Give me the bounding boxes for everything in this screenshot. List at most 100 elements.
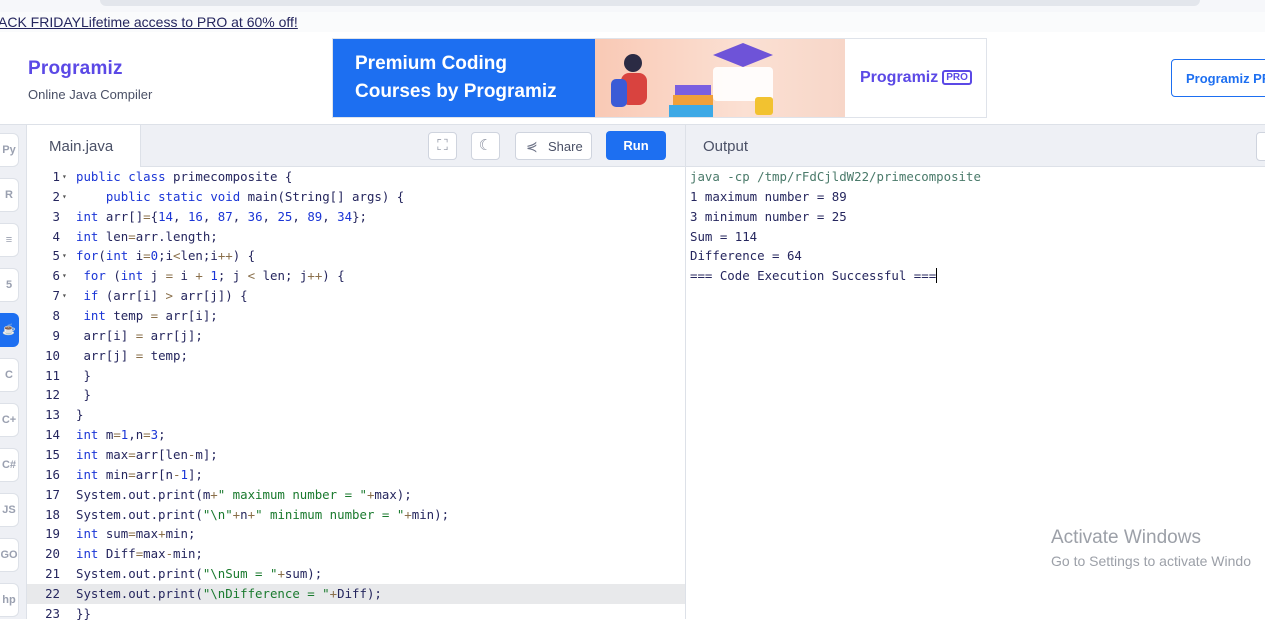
code-text: } bbox=[76, 407, 84, 423]
line-number: 16 bbox=[45, 466, 60, 482]
line-number: 2 bbox=[52, 188, 60, 204]
output-command-line: java -cp /tmp/rFdCjldW22/primecomposite bbox=[690, 169, 981, 184]
line-number: 15 bbox=[45, 447, 60, 463]
fold-chevron-icon[interactable]: ▾ bbox=[62, 286, 67, 306]
code-line[interactable]: 19 int sum=max+min; bbox=[27, 524, 685, 544]
go-icon[interactable]: GO bbox=[0, 538, 19, 572]
c-icon[interactable]: C bbox=[0, 358, 19, 392]
banner-line-1: Premium Coding bbox=[355, 53, 508, 74]
code-line[interactable]: 17 System.out.print(m+" maximum number = … bbox=[27, 485, 685, 505]
fold-chevron-icon[interactable]: ▾ bbox=[62, 187, 67, 207]
code-line[interactable]: 5 ▾ for(int i=0;i<len;i++) { bbox=[27, 246, 685, 266]
code-text: int sum=max+min; bbox=[76, 526, 196, 542]
code-text: int len=arr.length; bbox=[76, 228, 218, 244]
line-number: 3 bbox=[52, 208, 60, 224]
output-line: Difference = 64 bbox=[690, 248, 802, 264]
code-text: arr[i] = arr[j]; bbox=[76, 327, 203, 343]
line-number: 11 bbox=[45, 367, 60, 383]
editor-toolbar: Main.java ⛶ ☾ ⋞ Share Run bbox=[27, 125, 685, 167]
code-line[interactable]: 6 ▾ for (int j = i + 1; j < len; j++) { bbox=[27, 266, 685, 286]
code-line[interactable]: 4 int len=arr.length; bbox=[27, 227, 685, 247]
line-number: 13 bbox=[45, 407, 60, 423]
code-text: System.out.print(m+" maximum number = "+… bbox=[76, 486, 412, 502]
code-line[interactable]: 20 int Diff=max-min; bbox=[27, 544, 685, 564]
line-number: 18 bbox=[45, 506, 60, 522]
fold-chevron-icon[interactable]: ▾ bbox=[62, 266, 67, 286]
pro-badge: PRO bbox=[942, 70, 972, 85]
dark-mode-icon[interactable]: ☾ bbox=[471, 132, 500, 160]
output-line: Sum = 114 bbox=[690, 228, 758, 244]
share-label: Share bbox=[548, 139, 583, 154]
code-line[interactable]: 8 int temp = arr[i]; bbox=[27, 306, 685, 326]
fullscreen-icon[interactable]: ⛶ bbox=[428, 132, 457, 160]
python-icon[interactable]: Py bbox=[0, 133, 19, 167]
code-line[interactable]: 15 int max=arr[len-m]; bbox=[27, 445, 685, 465]
code-text: int Diff=max-min; bbox=[76, 546, 203, 562]
code-line[interactable]: 2 ▾ public static void main(String[] args… bbox=[27, 187, 685, 207]
clear-button[interactable] bbox=[1256, 132, 1265, 161]
code-text: System.out.print("\nDifference = "+Diff)… bbox=[76, 586, 382, 602]
r-icon[interactable]: R bbox=[0, 178, 19, 212]
php-icon[interactable]: hp bbox=[0, 583, 19, 617]
line-number: 4 bbox=[52, 228, 60, 244]
code-text: int min=arr[n-1]; bbox=[76, 466, 203, 482]
programiz-pro-button[interactable]: Programiz PR bbox=[1171, 59, 1265, 97]
code-line[interactable]: 21 System.out.print("\nSum = "+sum); bbox=[27, 564, 685, 584]
share-icon: ⋞ bbox=[526, 138, 538, 154]
code-line[interactable]: 10 arr[j] = temp; bbox=[27, 346, 685, 366]
code-line[interactable]: 3 int arr[]={14, 16, 87, 36, 25, 89, 34}; bbox=[27, 207, 685, 227]
java-icon[interactable]: ☕ bbox=[0, 313, 19, 347]
fold-chevron-icon[interactable]: ▾ bbox=[62, 167, 67, 187]
html-icon[interactable]: 5 bbox=[0, 268, 19, 302]
code-editor[interactable]: 1 ▾ public class primecomposite {2 ▾ public… bbox=[27, 167, 685, 620]
line-number: 6 bbox=[52, 268, 60, 284]
code-line[interactable]: 16 int min=arr[n-1]; bbox=[27, 465, 685, 485]
fold-chevron-icon[interactable]: ▾ bbox=[62, 246, 67, 266]
code-line[interactable]: 1 ▾ public class primecomposite { bbox=[27, 167, 685, 187]
line-number: 19 bbox=[45, 526, 60, 542]
code-line[interactable]: 11 } bbox=[27, 366, 685, 386]
programiz-logo[interactable]: Programiz bbox=[28, 58, 123, 80]
code-text: int arr[]={14, 16, 87, 36, 25, 89, 34}; bbox=[76, 208, 367, 224]
code-text: System.out.print("\n"+n+" minimum number… bbox=[76, 506, 450, 522]
code-line[interactable]: 18 System.out.print("\n"+n+" minimum numb… bbox=[27, 505, 685, 525]
banner-illustration bbox=[595, 39, 845, 117]
promo-bar: ACK FRIDAYLifetime access to PRO at 60% … bbox=[0, 12, 1265, 32]
sql-icon[interactable]: ≡ bbox=[0, 223, 19, 257]
line-number: 10 bbox=[45, 347, 60, 363]
code-line[interactable]: 22 System.out.print("\nDifference = "+Dif… bbox=[27, 584, 685, 604]
code-line[interactable]: 9 arr[i] = arr[j]; bbox=[27, 326, 685, 346]
code-line[interactable]: 7 ▾ if (arr[i] > arr[j]) { bbox=[27, 286, 685, 306]
banner-brand-text: Programiz bbox=[860, 69, 939, 86]
cpp-icon[interactable]: C+ bbox=[0, 403, 19, 437]
output-line: === Code Execution Successful === bbox=[690, 268, 938, 284]
code-text: public static void main(String[] args) { bbox=[105, 188, 405, 204]
code-line[interactable]: 13} bbox=[27, 405, 685, 425]
code-text: arr[j] = temp; bbox=[76, 347, 188, 363]
js-icon[interactable]: JS bbox=[0, 493, 19, 527]
ad-banner[interactable]: Premium Coding Courses by Programiz Prog… bbox=[332, 38, 987, 118]
scroll-track bbox=[100, 0, 1200, 6]
code-text: for(int i=0;i<len;i++) { bbox=[76, 248, 256, 264]
run-button[interactable]: Run bbox=[606, 131, 666, 160]
watermark-title: Activate Windows bbox=[1051, 527, 1201, 548]
line-number: 8 bbox=[52, 308, 60, 324]
csharp-icon[interactable]: C# bbox=[0, 448, 19, 482]
code-text: System.out.print("\nSum = "+sum); bbox=[76, 566, 323, 582]
output-line: 3 minimum number = 25 bbox=[690, 208, 847, 224]
line-number: 7 bbox=[52, 288, 60, 304]
line-number: 9 bbox=[52, 327, 60, 343]
output-title: Output bbox=[703, 138, 749, 155]
file-tab-main-java[interactable]: Main.java bbox=[27, 125, 141, 167]
site-header: Programiz Online Java Compiler Premium C… bbox=[0, 32, 1265, 124]
share-button[interactable]: ⋞ Share bbox=[515, 132, 592, 160]
text-cursor bbox=[936, 268, 938, 284]
line-number: 22 bbox=[45, 586, 60, 602]
code-text: public class primecomposite { bbox=[76, 169, 293, 184]
code-line[interactable]: 14 int m=1,n=3; bbox=[27, 425, 685, 445]
code-text: }} bbox=[76, 605, 91, 620]
promo-link[interactable]: ACK FRIDAYLifetime access to PRO at 60% … bbox=[0, 14, 298, 30]
code-text: if (arr[i] > arr[j]) { bbox=[83, 288, 248, 304]
code-line[interactable]: 12 } bbox=[27, 385, 685, 405]
code-line[interactable]: 23}} bbox=[27, 604, 685, 620]
